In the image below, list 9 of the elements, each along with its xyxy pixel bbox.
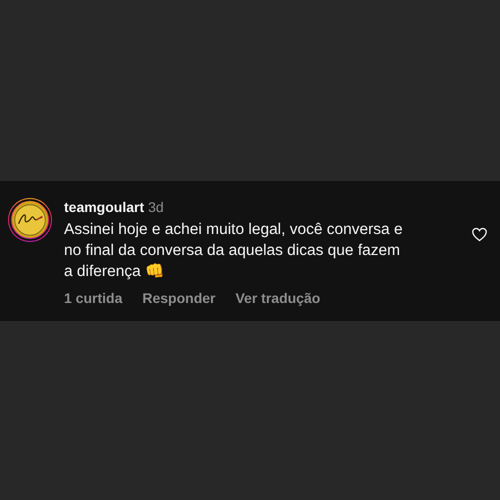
heart-icon[interactable] xyxy=(471,226,488,243)
comment-action[interactable]: Responder xyxy=(142,290,216,306)
comment-action[interactable]: Ver tradução xyxy=(235,290,320,306)
signature-badge-icon xyxy=(9,199,51,241)
avatar-ring[interactable] xyxy=(8,198,52,242)
username[interactable]: teamgoulart xyxy=(64,199,144,215)
comment-text: Assinei hoje e achei muito legal, você conversa e no final da conversa da aquelas dicas que fazem a diferença 👊 xyxy=(64,220,404,282)
comment-time: 3d xyxy=(148,199,164,215)
comment-action[interactable]: 1 curtida xyxy=(64,290,122,306)
